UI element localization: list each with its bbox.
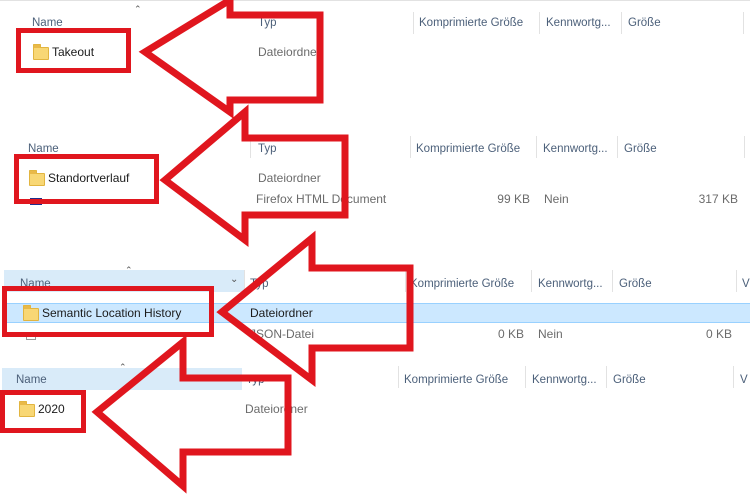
arrow-left-icon [216, 230, 414, 388]
annotation-arrows [91, 0, 414, 494]
arrow-left-icon [91, 334, 292, 494]
arrow-left-icon [138, 0, 324, 119]
arrow-left-icon [159, 104, 349, 247]
